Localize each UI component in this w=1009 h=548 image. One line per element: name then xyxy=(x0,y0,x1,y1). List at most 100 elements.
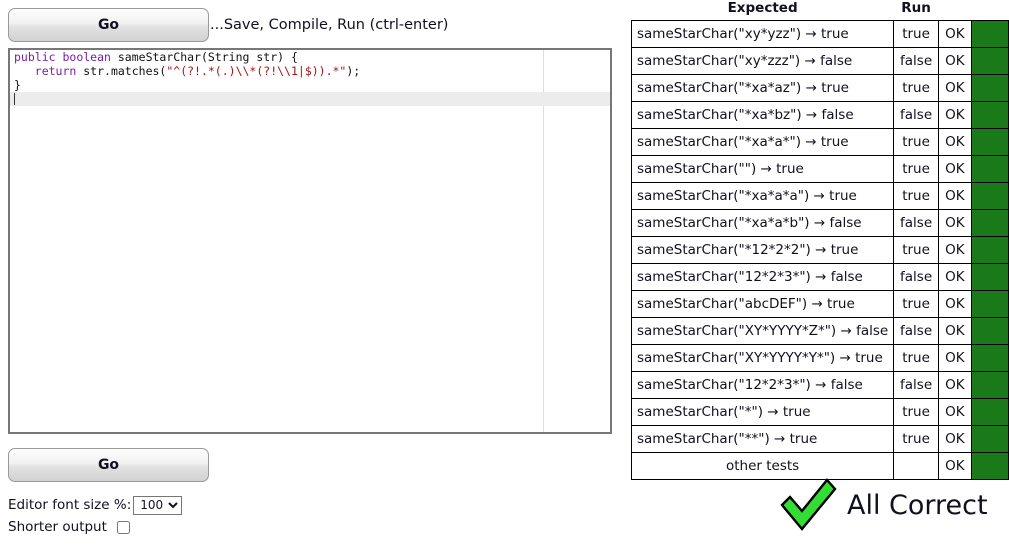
cell-status: OK xyxy=(937,209,972,237)
cell-status: OK xyxy=(937,236,972,264)
cell-status: OK xyxy=(937,371,972,399)
code-token: ); xyxy=(346,64,361,78)
cell-status: OK xyxy=(937,317,972,345)
table-row: other tests OK xyxy=(630,452,1009,480)
cell-run: true xyxy=(893,290,939,318)
cell-expected: sameStarChar("12*2*3*") → false xyxy=(630,371,895,399)
test-results-pane: Expected Run sameStarChar("xy*yzz") → tr… xyxy=(630,0,1009,548)
status-indicator xyxy=(970,425,1009,453)
status-indicator xyxy=(970,47,1009,75)
cell-run: true xyxy=(893,128,939,156)
column-header-status xyxy=(938,0,971,21)
cell-status: OK xyxy=(937,155,972,183)
table-row: sameStarChar("XY*YYYY*Z*") → false false O… xyxy=(630,317,1009,345)
cell-expected: sameStarChar("*xa*az") → true xyxy=(630,74,895,102)
cell-expected: sameStarChar("XY*YYYY*Y*") → true xyxy=(630,344,895,372)
status-indicator xyxy=(970,20,1009,48)
cell-expected: sameStarChar("abcDEF") → true xyxy=(630,290,895,318)
status-indicator xyxy=(970,128,1009,156)
cell-run: true xyxy=(893,344,939,372)
table-row: sameStarChar("*12*2*2") → true true OK xyxy=(630,236,1009,264)
code-line-2: return str.matches("^(?!.*(.)\\*(?!\\1|$… xyxy=(10,64,610,78)
cell-expected: sameStarChar("*xa*a*") → true xyxy=(630,128,895,156)
table-row: sameStarChar("xy*zzz") → false false OK xyxy=(630,47,1009,75)
cell-status: OK xyxy=(937,20,972,48)
cell-run xyxy=(893,452,939,480)
cell-run: false xyxy=(893,317,939,345)
table-row: sameStarChar("*") → true true OK xyxy=(630,398,1009,426)
column-header-run: Run xyxy=(901,0,931,16)
cell-expected: sameStarChar("12*2*3*") → false xyxy=(630,263,895,291)
editor-controls: Editor font size %: 100 Shorter output xyxy=(8,494,183,538)
cell-run: true xyxy=(893,155,939,183)
code-token: str.matches( xyxy=(76,64,167,78)
cell-run: false xyxy=(893,101,939,129)
font-size-row: Editor font size %: 100 xyxy=(8,494,183,516)
code-editor[interactable]: public boolean sameStarChar(String str) … xyxy=(8,48,612,434)
table-row: sameStarChar("*xa*a*") → true true OK xyxy=(630,128,1009,156)
cell-expected: sameStarChar("*xa*a*a") → true xyxy=(630,182,895,210)
table-row: sameStarChar("*xa*bz") → false false OK xyxy=(630,101,1009,129)
cell-expected: sameStarChar("*") → true xyxy=(630,398,895,426)
column-header-indicator xyxy=(971,0,1008,21)
cell-run: true xyxy=(893,236,939,264)
cell-run: false xyxy=(893,209,939,237)
status-indicator xyxy=(970,182,1009,210)
go-button-bottom[interactable]: Go xyxy=(8,448,209,482)
code-text-area[interactable]: public boolean sameStarChar(String str) … xyxy=(10,50,610,106)
table-row: sameStarChar("*xa*a*a") → true true OK xyxy=(630,182,1009,210)
all-correct-banner: All Correct xyxy=(777,478,988,532)
table-row: sameStarChar("12*2*3*") → false false OK xyxy=(630,371,1009,399)
column-header-expected: Expected xyxy=(727,0,798,16)
cell-run: true xyxy=(893,20,939,48)
go-button-top[interactable]: Go xyxy=(8,8,209,42)
cell-expected: sameStarChar("xy*zzz") → false xyxy=(630,47,895,75)
status-indicator xyxy=(970,74,1009,102)
table-row: sameStarChar("*xa*az") → true true OK xyxy=(630,74,1009,102)
cell-status: OK xyxy=(937,182,972,210)
cell-status: OK xyxy=(937,425,972,453)
cell-status: OK xyxy=(937,74,972,102)
cell-run: false xyxy=(893,371,939,399)
table-row: sameStarChar("XY*YYYY*Y*") → true true OK xyxy=(630,344,1009,372)
cell-run: true xyxy=(893,182,939,210)
table-row: sameStarChar("12*2*3*") → false false OK xyxy=(630,263,1009,291)
code-token: return xyxy=(34,64,77,78)
table-row: sameStarChar("") → true true OK xyxy=(630,155,1009,183)
status-indicator xyxy=(970,263,1009,291)
cell-run: false xyxy=(893,263,939,291)
status-indicator xyxy=(970,344,1009,372)
table-row: sameStarChar("*xa*a*b") → false false OK xyxy=(630,209,1009,237)
table-row: sameStarChar("**") → true true OK xyxy=(630,425,1009,453)
shorter-output-row: Shorter output xyxy=(8,516,182,538)
status-indicator xyxy=(970,290,1009,318)
cell-status: OK xyxy=(937,398,972,426)
code-token: "^(?!.*(.)\\*(?!\\1|$)).*" xyxy=(166,64,347,78)
status-indicator xyxy=(970,317,1009,345)
cell-status: OK xyxy=(937,344,972,372)
cell-run: true xyxy=(893,74,939,102)
cell-expected: sameStarChar("*xa*a*b") → false xyxy=(630,209,895,237)
editor-margin-ruler xyxy=(543,50,544,432)
cell-status: OK xyxy=(937,290,972,318)
cell-run: true xyxy=(893,425,939,453)
table-header-row: Expected Run xyxy=(632,0,1009,21)
font-size-select[interactable]: 100 xyxy=(133,495,183,515)
cell-expected: sameStarChar("**") → true xyxy=(630,425,895,453)
table-row: sameStarChar("abcDEF") → true true OK xyxy=(630,290,1009,318)
code-token: boolean xyxy=(62,50,111,64)
table-row: sameStarChar("xy*yzz") → true true OK xyxy=(630,20,1009,48)
all-correct-label: All Correct xyxy=(847,489,988,521)
code-token: sameStarChar(String str) { xyxy=(110,50,298,64)
cell-expected: sameStarChar("XY*YYYY*Z*") → false xyxy=(630,317,895,345)
cell-run: false xyxy=(893,47,939,75)
cell-status: OK xyxy=(937,263,972,291)
status-indicator xyxy=(970,398,1009,426)
code-token: public xyxy=(14,50,56,64)
cell-expected: sameStarChar("") → true xyxy=(630,155,895,183)
shorter-output-checkbox[interactable] xyxy=(116,520,130,534)
cell-run: true xyxy=(893,398,939,426)
code-line-3: } xyxy=(10,78,610,92)
cell-expected: other tests xyxy=(630,452,895,480)
